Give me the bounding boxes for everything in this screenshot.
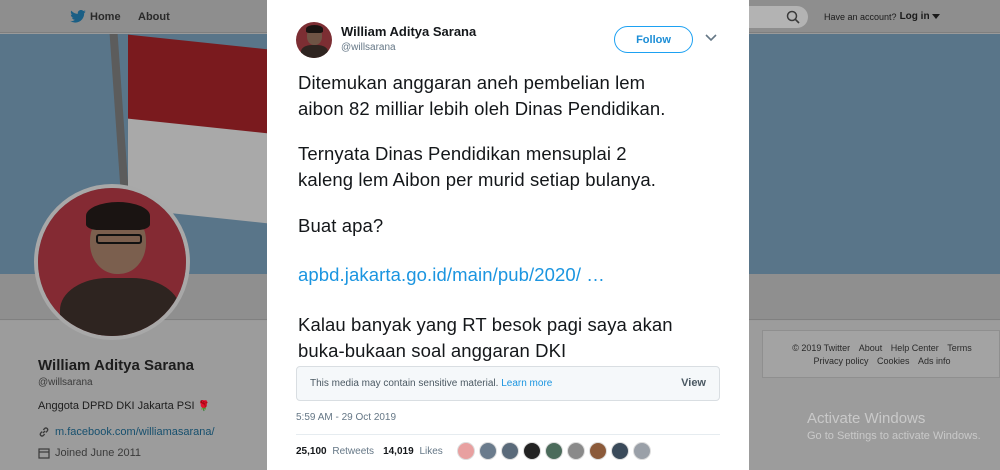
tweet-line: buka-bukaan soal anggaran DKI xyxy=(298,340,567,361)
search-input[interactable] xyxy=(748,6,808,28)
media-warning-text: This media may contain sensitive materia… xyxy=(310,378,552,389)
footer-privacy-link[interactable]: Privacy policy xyxy=(813,356,868,366)
profile-joined: Joined June 2011 xyxy=(38,447,141,459)
profile-joined-text: Joined June 2011 xyxy=(55,447,142,459)
liker-avatar[interactable] xyxy=(523,442,541,460)
profile-website[interactable]: m.facebook.com/williamasarana/ xyxy=(38,426,215,438)
chevron-down-icon[interactable] xyxy=(931,13,940,20)
likes-stat[interactable]: 14,019 Likes xyxy=(383,446,443,457)
account-prompt: Have an account? xyxy=(824,11,897,22)
liker-avatar[interactable] xyxy=(633,442,651,460)
footer-help-link[interactable]: Help Center xyxy=(891,343,939,353)
view-media-button[interactable]: View xyxy=(681,377,706,389)
search-icon[interactable] xyxy=(786,10,800,24)
footer-cookies-link[interactable]: Cookies xyxy=(877,356,910,366)
tweet-paragraph-4: Kalau banyak yang RT besok pagi saya aka… xyxy=(298,312,728,364)
rose-emoji-icon: 🌹 xyxy=(197,401,211,412)
learn-more-link[interactable]: Learn more xyxy=(501,378,552,389)
chevron-down-icon[interactable] xyxy=(705,34,717,42)
footer-copyright: © 2019 Twitter xyxy=(792,343,851,353)
sensitive-media-warning: This media may contain sensitive materia… xyxy=(296,366,720,401)
tweet-line: kaleng lem Aibon per murid setiap bulany… xyxy=(298,169,656,190)
calendar-icon xyxy=(38,448,50,459)
likes-count: 14,019 xyxy=(383,446,414,457)
tweet-line: aibon 82 milliar lebih oleh Dinas Pendid… xyxy=(298,98,666,119)
account-area: Have an account? Log in xyxy=(824,0,940,33)
profile-avatar[interactable] xyxy=(34,184,190,340)
footer-links: © 2019 Twitter About Help Center Terms P… xyxy=(762,330,1000,378)
footer-ads-link[interactable]: Ads info xyxy=(918,356,951,366)
link-icon xyxy=(39,427,49,437)
likes-label: Likes xyxy=(419,446,443,457)
windows-activation-watermark: Activate Windows Go to Settings to activ… xyxy=(807,410,981,442)
tweet-link[interactable]: apbd.jakarta.go.id/main/pub/2020/ … xyxy=(298,262,728,288)
twitter-bird-icon xyxy=(70,10,86,23)
liker-avatars xyxy=(457,442,655,460)
liker-avatar[interactable] xyxy=(567,442,585,460)
nav-home-label: Home xyxy=(90,10,121,23)
tweet-author-handle[interactable]: @willsarana xyxy=(341,42,396,53)
liker-avatar[interactable] xyxy=(611,442,629,460)
footer-about-link[interactable]: About xyxy=(859,343,883,353)
retweets-count: 25,100 xyxy=(296,446,327,457)
tweet-line: Kalau banyak yang RT besok pagi saya aka… xyxy=(298,314,673,335)
profile-handle: @willsarana xyxy=(38,377,93,388)
tweet-author-name[interactable]: William Aditya Sarana xyxy=(341,24,476,39)
tweet-author-avatar[interactable] xyxy=(296,22,332,58)
profile-bio: Anggota DPRD DKI Jakarta PSI 🌹 xyxy=(38,400,210,412)
activate-subtitle: Go to Settings to activate Windows. xyxy=(807,430,981,442)
follow-button[interactable]: Follow xyxy=(614,26,693,53)
nav-about-label: About xyxy=(138,10,170,23)
liker-avatar[interactable] xyxy=(589,442,607,460)
profile-name: William Aditya Sarana xyxy=(38,357,195,374)
stats-divider xyxy=(296,434,720,435)
tweet-paragraph-2: Ternyata Dinas Pendidikan mensuplai 2 ka… xyxy=(298,141,728,193)
footer-row-2: Privacy policy Cookies Ads info xyxy=(763,356,1000,366)
profile-bio-text: Anggota DPRD DKI Jakarta PSI xyxy=(38,400,195,412)
tweet-timestamp[interactable]: 5:59 AM - 29 Oct 2019 xyxy=(296,412,396,423)
tweet-line: Ditemukan anggaran aneh pembelian lem xyxy=(298,72,646,93)
nav-about[interactable]: About xyxy=(138,0,170,33)
nav-home[interactable]: Home xyxy=(70,0,121,33)
tweet-line: Ternyata Dinas Pendidikan mensuplai 2 xyxy=(298,143,627,164)
liker-avatar[interactable] xyxy=(457,442,475,460)
tweet-stats: 25,100 Retweets 14,019 Likes xyxy=(296,446,452,457)
retweets-stat[interactable]: 25,100 Retweets xyxy=(296,446,374,457)
liker-avatar[interactable] xyxy=(479,442,497,460)
activate-title: Activate Windows xyxy=(807,410,926,427)
liker-avatar[interactable] xyxy=(501,442,519,460)
footer-terms-link[interactable]: Terms xyxy=(947,343,972,353)
tweet-paragraph-3: Buat apa? xyxy=(298,215,384,236)
liker-avatar[interactable] xyxy=(545,442,563,460)
profile-website-text[interactable]: m.facebook.com/williamasarana/ xyxy=(55,426,215,438)
login-link[interactable]: Log in xyxy=(900,11,930,22)
tweet-paragraph-1: Ditemukan anggaran aneh pembelian lem ai… xyxy=(298,70,728,122)
tweet-modal: William Aditya Sarana @willsarana Follow… xyxy=(267,0,749,470)
retweets-label: Retweets xyxy=(332,446,375,457)
media-warning-label: This media may contain sensitive materia… xyxy=(310,378,499,389)
footer-row-1: © 2019 Twitter About Help Center Terms xyxy=(763,343,1000,353)
